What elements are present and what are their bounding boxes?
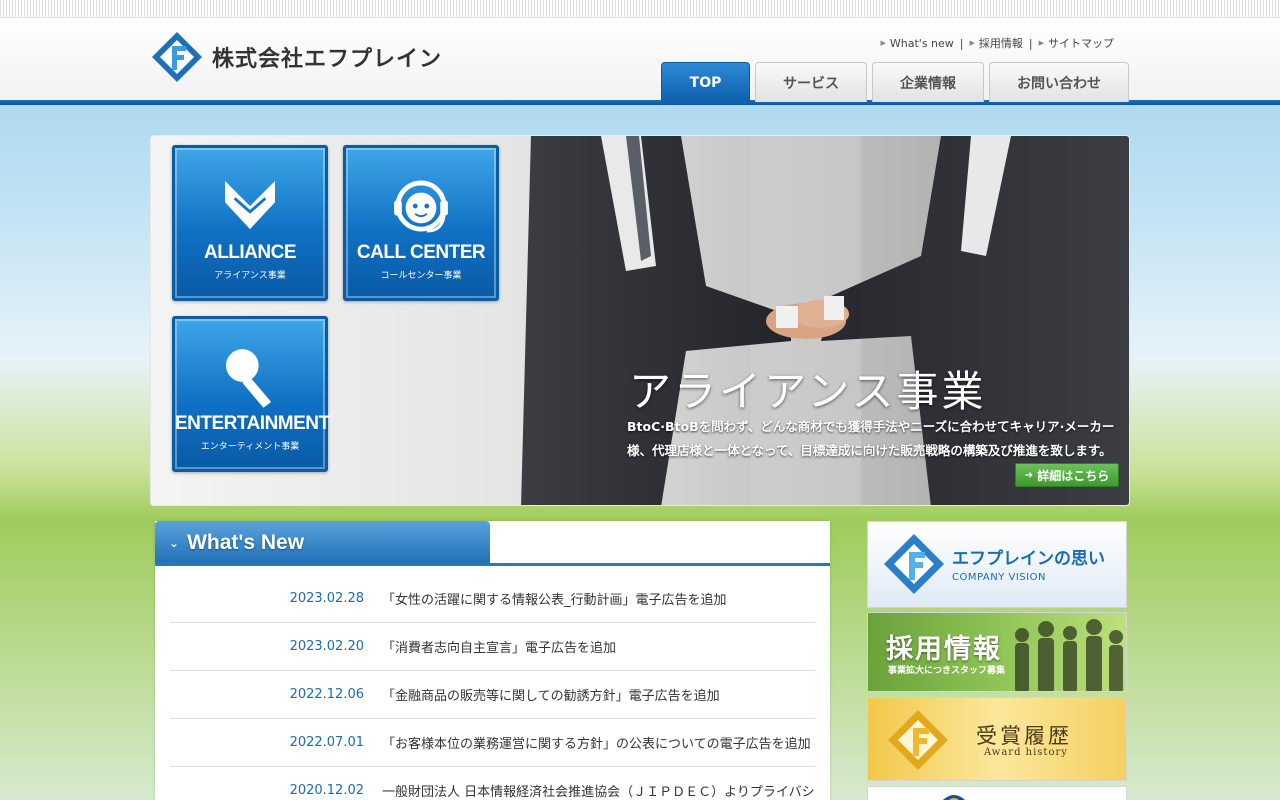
top-stripe: [0, 0, 1280, 18]
triangle-right-icon: ▶: [880, 39, 886, 47]
news-item[interactable]: 2023.02.28 「女性の活躍に関する情報公表_行動計画」電子広告を追加: [170, 575, 815, 623]
util-link-sitemap[interactable]: ▶ サイトマップ: [1039, 35, 1114, 51]
news-item[interactable]: 2022.12.06 「金融商品の販売等に関しての勧誘方針」電子広告を追加: [170, 671, 815, 719]
util-link-recruit[interactable]: ▶ 採用情報: [970, 35, 1023, 51]
triangle-right-icon: ▶: [969, 39, 975, 47]
nav-tab-company[interactable]: 企業情報: [872, 62, 984, 102]
headset-icon: [394, 180, 448, 233]
news-date: 2023.02.28: [289, 591, 364, 606]
util-link-whats-new[interactable]: ▶ What's new: [881, 37, 954, 50]
nav-tab-top[interactable]: TOP: [661, 62, 750, 102]
staff-silhouette-icon: [1015, 619, 1123, 691]
news-title[interactable]: 「金融商品の販売等に関しての勧誘方針」電子広告を追加: [382, 685, 815, 704]
news-date: 2022.12.06: [289, 687, 364, 702]
hero-description: BtoC·BtoBを問わず、どんな商材でも獲得手法やニーズに合わせてキャリア·メ…: [627, 419, 1115, 458]
divider: |: [959, 36, 964, 50]
banner-subtitle: 事業拡大につきスタッフ募集: [888, 666, 1006, 676]
banner-award-history[interactable]: 受賞履歴 Award history: [867, 697, 1127, 781]
banner-subtitle: COMPANY VISION: [952, 572, 1046, 583]
banner-company-vision[interactable]: エフプレインの思い COMPANY VISION: [867, 521, 1127, 608]
tile-title: ENTERTAINMENT: [175, 413, 330, 434]
banner-recruit[interactable]: 採用情報 事業拡大につきスタッフ募集: [867, 612, 1127, 692]
nav-tab-service[interactable]: サービス: [755, 62, 867, 102]
news-item[interactable]: 2023.02.20 「消費者志向自主宣言」電子広告を追加: [170, 623, 815, 671]
whats-new-header: ⌄ What's New: [155, 521, 490, 565]
hero-title: アライアンス事業: [629, 367, 987, 416]
global-nav: TOP サービス 企業情報 お問い合わせ: [661, 62, 1134, 102]
banner-title: 受賞履歴: [976, 724, 1072, 748]
tile-alliance[interactable]: ALLIANCE アライアンス事業: [172, 145, 328, 301]
news-title[interactable]: 「女性の活躍に関する情報公表_行動計画」電子広告を追加: [382, 589, 815, 608]
details-button-label: 詳細はこちら: [1037, 468, 1110, 483]
arrow-right-icon: ➜: [1024, 469, 1034, 481]
company-name: 株式会社エフプレイン: [212, 47, 443, 72]
news-date: 2023.02.20: [289, 639, 364, 654]
news-date: 2020.12.02: [289, 783, 364, 798]
news-title[interactable]: 一般財団法人 日本情報経済社会推進協会（ＪＩＰＤＥＣ）よりプライバシ: [382, 781, 815, 800]
whats-new-rule: [155, 563, 830, 566]
tile-call-center[interactable]: CALL CENTER コールセンター事業: [343, 145, 499, 301]
banner-title: エフプレインの思い: [952, 549, 1105, 569]
handshake-icon: [225, 181, 275, 230]
nav-tab-contact[interactable]: お問い合わせ: [989, 62, 1129, 102]
tile-subtitle: エンターティメント事業: [200, 442, 300, 452]
news-title[interactable]: 「消費者志向自主宣言」電子広告を追加: [382, 637, 815, 656]
news-list: 2023.02.28 「女性の活躍に関する情報公表_行動計画」電子広告を追加 2…: [170, 575, 815, 800]
emblem-icon: [942, 795, 966, 800]
logo-mark-icon: [884, 534, 944, 594]
triangle-right-icon: ▶: [1038, 39, 1044, 47]
news-item[interactable]: 2022.07.01 「お客様本位の業務運営に関する方針」の公表についての電子広…: [170, 719, 815, 767]
util-link-label: 採用情報: [978, 37, 1023, 50]
logo-mark-icon: [152, 32, 202, 82]
whats-new-panel: ⌄ What's New 2023.02.28 「女性の活躍に関する情報公表_行…: [155, 521, 830, 800]
tile-entertainment[interactable]: ENTERTAINMENT エンターティメント事業: [172, 316, 330, 472]
banner-partial[interactable]: [867, 786, 1127, 800]
news-title[interactable]: 「お客様本位の業務運営に関する方針」の公表についての電子広告を追加: [382, 733, 815, 752]
util-link-label: What's new: [889, 36, 954, 50]
tile-title: CALL CENTER: [356, 242, 486, 263]
tile-subtitle: コールセンター事業: [380, 271, 462, 281]
utility-nav: ▶ What's new | ▶ 採用情報 | ▶ サイトマップ: [881, 35, 1115, 51]
details-button[interactable]: ➜ 詳細はこちら: [1015, 463, 1119, 487]
hero-banner: ALLIANCE アライアンス事業 CALL CENTER コールセンター事業 …: [150, 135, 1130, 506]
banner-subtitle: Award history: [984, 747, 1068, 758]
whats-new-heading: What's New: [187, 531, 305, 554]
news-date: 2022.07.01: [289, 735, 364, 750]
util-link-label: サイトマップ: [1048, 37, 1114, 50]
logo-mark-icon: [888, 710, 948, 770]
microphone-icon: [225, 349, 272, 408]
chevron-down-icon: ⌄: [169, 536, 180, 550]
banner-title: 採用情報: [886, 634, 1002, 665]
news-item[interactable]: 2020.12.02 一般財団法人 日本情報経済社会推進協会（ＪＩＰＤＥＣ）より…: [170, 767, 815, 800]
tile-title: ALLIANCE: [203, 242, 297, 263]
tile-subtitle: アライアンス事業: [214, 271, 286, 281]
company-logo[interactable]: 株式会社エフプレイン: [150, 30, 442, 84]
divider: |: [1028, 36, 1033, 50]
